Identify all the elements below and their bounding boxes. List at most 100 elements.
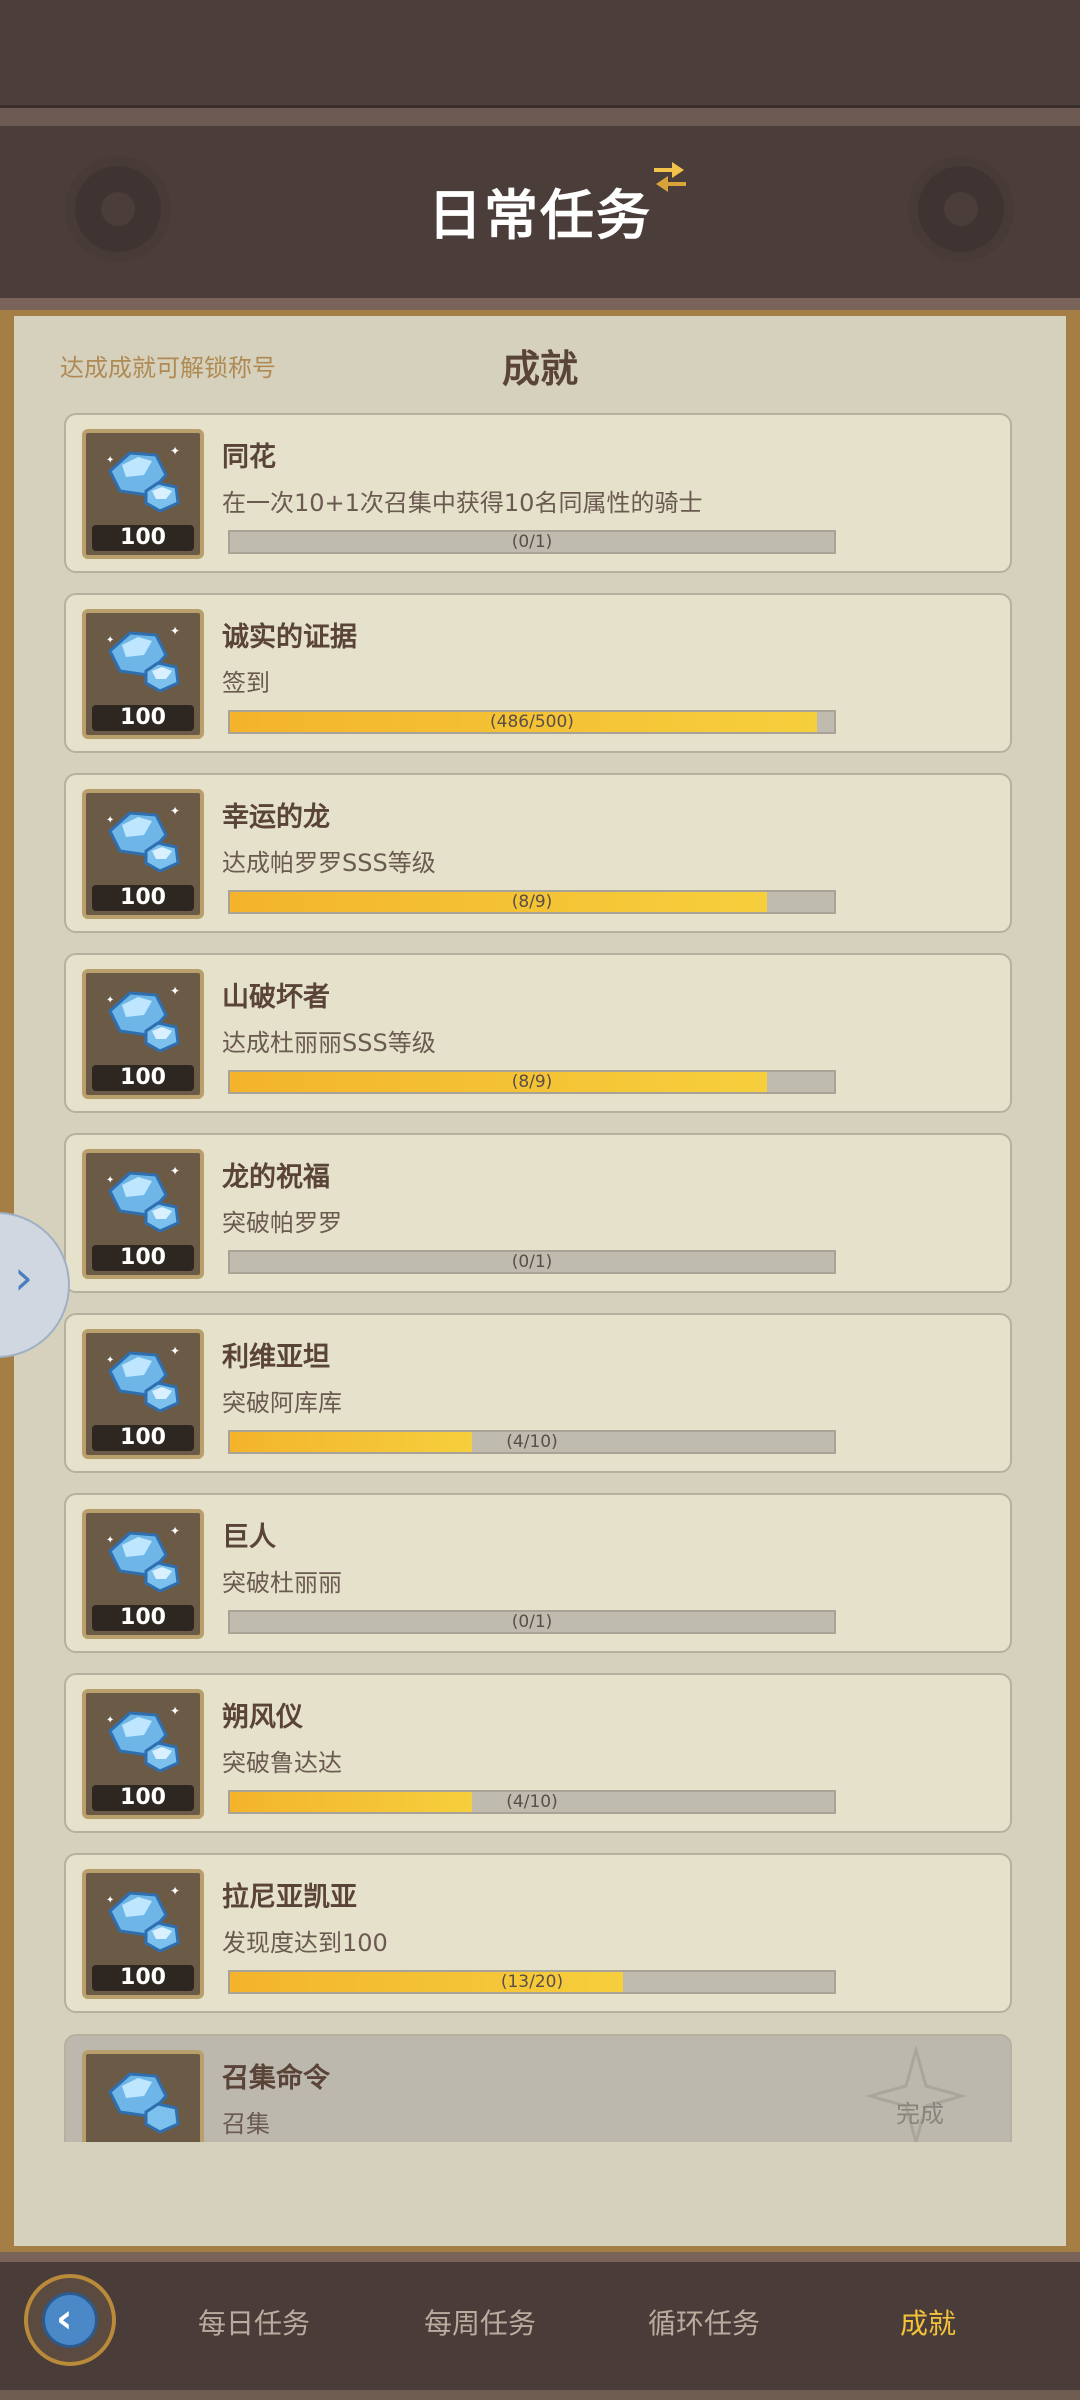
task-description: 突破帕罗罗 (222, 1209, 342, 1237)
tab-loop[interactable]: 循环任务 (648, 2302, 760, 2342)
reward-amount: 100 (92, 1065, 194, 1091)
task-title: 巨人 (222, 1522, 276, 1553)
progress-text: (0/1) (511, 532, 553, 552)
svg-text:✦: ✦ (170, 1344, 180, 1358)
reward-amount: 100 (92, 1965, 194, 1991)
progress-bar: (0/1) (228, 1610, 836, 1634)
page-title: 日常任务 (428, 184, 652, 247)
svg-text:✦: ✦ (170, 804, 180, 818)
task-description: 召集 (222, 2110, 270, 2138)
progress-text: (13/20) (500, 1972, 564, 1992)
progress-bar: (4/10) (228, 1430, 836, 1454)
nav-rail (0, 2252, 1080, 2262)
reward-box: ✦ ✦ 100 (82, 1149, 204, 1279)
progress-bar: (4/10) (228, 1790, 836, 1814)
task-card[interactable]: ✦ ✦ 100 朔风仪 突破鲁达达 (4/10) (64, 1673, 1012, 1833)
svg-text:✦: ✦ (106, 455, 114, 466)
task-description: 达成帕罗罗SSS等级 (222, 849, 436, 877)
diamond-icon: ✦✦ (106, 624, 180, 693)
svg-text:✦: ✦ (170, 1524, 180, 1538)
diamond-icon: ✦✦ (106, 1884, 180, 1953)
svg-text:✦: ✦ (106, 815, 114, 826)
task-title: 同花 (222, 442, 276, 473)
reward-box: ✦ ✦ 100 (82, 1329, 204, 1459)
nav-bottom-rail (0, 2390, 1080, 2400)
progress-text: (0/1) (511, 1612, 553, 1632)
svg-text:✦: ✦ (106, 635, 114, 646)
task-description: 签到 (222, 669, 270, 697)
task-description: 突破杜丽丽 (222, 1569, 342, 1597)
progress-bar: (13/20) (228, 1970, 836, 1994)
svg-text:✦: ✦ (170, 444, 180, 458)
header-divider (0, 298, 1080, 310)
reward-box: ✦ ✦ 100 (82, 1509, 204, 1639)
status-area (0, 0, 1080, 105)
header: 日常任务 (0, 126, 1080, 301)
task-title: 召集命令 (222, 2063, 330, 2094)
diamond-icon: ✦✦ (106, 1524, 180, 1593)
task-list[interactable]: 达成成就可解锁称号 成就 ✦ ✦ 100 同花 在一次10+1次召集中获得10名同属性的… (14, 316, 1066, 2142)
svg-text:✦: ✦ (170, 1884, 180, 1898)
bottom-nav: ‹ 每日任务 每周任务 循环任务 成就 (0, 2252, 1080, 2400)
svg-text:✦: ✦ (170, 984, 180, 998)
progress-text: (0/1) (511, 1252, 553, 1272)
task-description: 在一次10+1次召集中获得10名同属性的骑士 (222, 489, 703, 517)
diamond-icon (108, 2072, 180, 2134)
progress-text: (4/10) (506, 1432, 558, 1452)
svg-text:✦: ✦ (170, 1704, 180, 1718)
progress-bar: (0/1) (228, 530, 836, 554)
task-description: 发现度达到100 (222, 1929, 388, 1957)
task-description: 突破鲁达达 (222, 1749, 342, 1777)
progress-bar: (486/500) (228, 710, 836, 734)
task-card[interactable]: ✦ ✦ 100 拉尼亚凯亚 发现度达到100 (13/20) (64, 1853, 1012, 2013)
task-description: 达成杜丽丽SSS等级 (222, 1029, 436, 1057)
task-title: 朔风仪 (222, 1702, 303, 1733)
reward-box: ✦ ✦ 100 (82, 969, 204, 1099)
reward-box: ✦ ✦ 100 (82, 1689, 204, 1819)
task-title: 龙的祝福 (222, 1162, 330, 1193)
chevron-right-icon: › (14, 1250, 34, 1306)
progress-text: (4/10) (506, 1792, 558, 1812)
tab-weekly[interactable]: 每周任务 (424, 2302, 536, 2342)
reward-amount: 100 (92, 1605, 194, 1631)
chevron-left-icon: ‹ (56, 2296, 73, 2342)
task-title: 幸运的龙 (222, 802, 330, 833)
back-button[interactable]: ‹ (24, 2274, 116, 2366)
task-card-completed[interactable]: 召集命令 召集 完成 (64, 2034, 1012, 2142)
diamond-icon: ✦✦ (106, 804, 180, 873)
reward-box: ✦ ✦ 100 (82, 1869, 204, 1999)
swap-icon[interactable] (650, 156, 690, 196)
task-title: 利维亚坦 (222, 1342, 330, 1373)
task-title: 拉尼亚凯亚 (222, 1882, 357, 1913)
progress-text: (8/9) (511, 892, 553, 912)
task-card[interactable]: ✦ ✦ 100 龙的祝福突破帕罗罗 (0/1) (64, 1133, 1012, 1293)
svg-text:✦: ✦ (106, 1895, 114, 1906)
achievement-panel: 达成成就可解锁称号 成就 ✦ ✦ 100 同花 在一次10+1次召集中获得10名同属性的… (14, 316, 1066, 2246)
progress-bar: (0/1) (228, 1250, 836, 1274)
tab-achievements[interactable]: 成就 (900, 2302, 956, 2342)
task-card[interactable]: ✦ ✦ 100 利维亚坦 突破阿库库 (4/10) (64, 1313, 1012, 1473)
diamond-icon: ✦✦ (106, 1164, 180, 1233)
svg-text:✦: ✦ (170, 1164, 180, 1178)
svg-text:✦: ✦ (106, 1355, 114, 1366)
svg-text:✦: ✦ (170, 624, 180, 638)
diamond-icon: ✦✦ (106, 984, 180, 1053)
svg-text:✦: ✦ (106, 1715, 114, 1726)
task-card[interactable]: ✦ ✦ 100 山破坏者 达成杜丽丽SSS等级 (8/9) (64, 953, 1012, 1113)
task-card[interactable]: ✦ ✦ 100 诚实的证据 签到 (486/500) (64, 593, 1012, 753)
tab-daily[interactable]: 每日任务 (198, 2302, 310, 2342)
reward-amount: 100 (92, 1425, 194, 1451)
diamond-icon: ✦✦ (106, 1344, 180, 1413)
reward-box: ✦ ✦ 100 (82, 789, 204, 919)
task-title: 诚实的证据 (222, 622, 357, 653)
task-description: 突破阿库库 (222, 1389, 342, 1417)
task-title: 山破坏者 (222, 982, 330, 1013)
reward-amount: 100 (92, 525, 194, 551)
task-card[interactable]: ✦ ✦ 100 同花在一次10+1次召集中获得10名同属性的骑士 (0/1) (64, 413, 1012, 573)
progress-bar: (8/9) (228, 890, 836, 914)
task-card[interactable]: ✦ ✦ 100 巨人突破杜丽丽 (0/1) (64, 1493, 1012, 1653)
progress-text: (486/500) (490, 712, 574, 732)
reward-box: ✦ ✦ 100 (82, 429, 204, 559)
task-card[interactable]: ✦ ✦ 100 幸运的龙 达成帕罗罗SSS等级 (8/9) (64, 773, 1012, 933)
completed-label: 完成 (896, 2100, 944, 2128)
